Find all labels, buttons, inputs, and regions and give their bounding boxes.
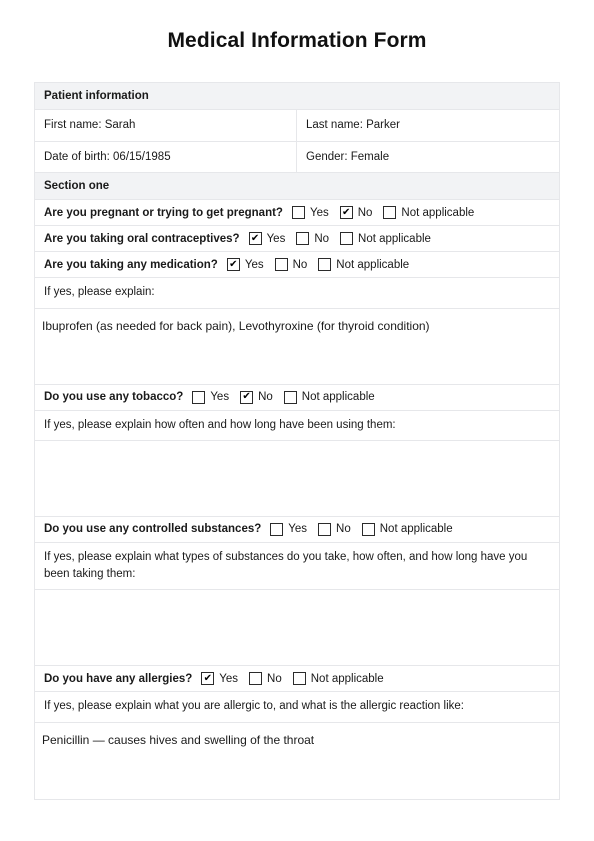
question-label-pregnant: Are you pregnant or trying to get pregna… (44, 206, 283, 219)
option-label-yes: Yes (210, 391, 230, 404)
question-row-contraceptives: Are you taking oral contraceptives? Yes … (35, 226, 559, 253)
gender-field[interactable]: Gender: Female (297, 142, 559, 173)
checkbox-contraceptives-na[interactable] (340, 232, 354, 246)
answer-row-tobacco (35, 441, 559, 517)
question-row-medication: Are you taking any medication? Yes No No… (35, 252, 559, 279)
explain-prompt-tobacco: If yes, please explain how often and how… (44, 418, 396, 431)
option-tobacco-na[interactable]: Not applicable (283, 390, 375, 404)
answer-text-medication[interactable]: Ibuprofen (as needed for back pain), Lev… (35, 309, 559, 384)
checkbox-medication-na[interactable] (318, 258, 332, 272)
option-controlled-substances-na[interactable]: Not applicable (361, 522, 453, 536)
checkbox-pregnant-yes[interactable] (291, 206, 305, 220)
form-page: Medical Information Form Patient informa… (0, 0, 594, 841)
checkbox-allergies-na[interactable] (292, 672, 306, 686)
option-medication-no[interactable]: No (274, 258, 308, 272)
checkbox-pregnant-na[interactable] (383, 206, 397, 220)
option-medication-na[interactable]: Not applicable (318, 258, 410, 272)
question-row-controlled-substances: Do you use any controlled substances? Ye… (35, 517, 559, 543)
checkbox-tobacco-na[interactable] (283, 390, 297, 404)
section-one-header-row: Section one (35, 173, 559, 201)
option-pregnant-no[interactable]: No (339, 206, 373, 220)
explain-prompt-controlled-substances: If yes, please explain what types of sub… (44, 550, 528, 581)
option-label-yes: Yes (219, 672, 239, 685)
option-tobacco-yes[interactable]: Yes (192, 390, 230, 404)
option-medication-yes[interactable]: Yes (226, 258, 264, 272)
question-label-tobacco: Do you use any tobacco? (44, 391, 184, 404)
option-label-no: No (292, 258, 308, 271)
checkbox-medication-yes[interactable] (226, 258, 240, 272)
option-label-na: Not applicable (358, 232, 431, 245)
checkbox-contraceptives-yes[interactable] (248, 232, 262, 246)
question-label-controlled-substances: Do you use any controlled substances? (44, 523, 262, 536)
option-allergies-na[interactable]: Not applicable (292, 672, 384, 686)
checkbox-contraceptives-no[interactable] (296, 232, 310, 246)
option-label-na: Not applicable (401, 206, 475, 219)
option-label-no: No (357, 206, 373, 219)
option-pregnant-yes[interactable]: Yes (291, 206, 329, 220)
first-name-field[interactable]: First name: Sarah (35, 110, 297, 141)
explain-prompt-medication: If yes, please explain: (44, 286, 155, 299)
option-label-no: No (314, 232, 330, 245)
medical-form-table: Patient information First name: Sarah La… (34, 82, 560, 800)
option-label-no: No (336, 523, 351, 536)
option-label-yes: Yes (266, 232, 286, 245)
option-label-na: Not applicable (301, 391, 375, 404)
explain-prompt-row-allergies: If yes, please explain what you are alle… (35, 692, 559, 723)
page-title: Medical Information Form (167, 29, 427, 52)
answer-text-controlled-substances[interactable] (35, 590, 559, 665)
checkbox-controlled-substances-na[interactable] (361, 522, 375, 536)
patient-dob-gender-row: Date of birth: 06/15/1985 Gender: Female (35, 141, 559, 174)
patient-information-header-row: Patient information (35, 83, 559, 110)
question-label-allergies: Do you have any allergies? (44, 672, 193, 685)
option-label-na: Not applicable (379, 523, 453, 536)
option-contraceptives-yes[interactable]: Yes (248, 232, 286, 246)
checkbox-allergies-yes[interactable] (201, 672, 215, 686)
question-label-medication: Are you taking any medication? (44, 258, 218, 271)
option-allergies-no[interactable]: No (249, 672, 282, 686)
option-pregnant-na[interactable]: Not applicable (383, 206, 475, 220)
option-tobacco-no[interactable]: No (240, 390, 273, 404)
date-of-birth-field[interactable]: Date of birth: 06/15/1985 (35, 141, 297, 173)
option-label-yes: Yes (288, 523, 308, 536)
question-row-allergies: Do you have any allergies? Yes No Not ap… (35, 666, 559, 693)
option-controlled-substances-no[interactable]: No (318, 522, 351, 536)
option-allergies-yes[interactable]: Yes (201, 672, 239, 686)
option-label-no: No (267, 672, 282, 685)
checkbox-medication-no[interactable] (274, 258, 288, 272)
answer-row-medication: Ibuprofen (as needed for back pain), Lev… (35, 309, 559, 385)
option-label-no: No (258, 391, 273, 404)
explain-prompt-row-tobacco: If yes, please explain how often and how… (35, 411, 559, 441)
option-label-yes: Yes (244, 258, 264, 271)
explain-prompt-allergies: If yes, please explain what you are alle… (44, 700, 464, 713)
answer-text-tobacco[interactable] (35, 441, 559, 516)
explain-prompt-row-medication: If yes, please explain: (35, 278, 559, 309)
patient-information-header: Patient information (35, 83, 559, 109)
option-label-na: Not applicable (336, 258, 410, 271)
answer-text-allergies[interactable]: Penicillin — causes hives and swelling o… (35, 723, 559, 799)
checkbox-allergies-no[interactable] (249, 672, 263, 686)
section-one-header: Section one (35, 173, 559, 200)
question-label-contraceptives: Are you taking oral contraceptives? (44, 232, 240, 245)
option-controlled-substances-yes[interactable]: Yes (270, 522, 308, 536)
patient-name-row: First name: Sarah Last name: Parker (35, 110, 559, 142)
last-name-field[interactable]: Last name: Parker (297, 110, 559, 141)
checkbox-pregnant-no[interactable] (339, 206, 353, 220)
question-row-tobacco: Do you use any tobacco? Yes No Not appli… (35, 385, 559, 411)
question-row-pregnant: Are you pregnant or trying to get pregna… (35, 200, 559, 227)
option-label-na: Not applicable (310, 672, 384, 685)
option-contraceptives-no[interactable]: No (296, 232, 330, 246)
checkbox-tobacco-no[interactable] (240, 390, 254, 404)
option-contraceptives-na[interactable]: Not applicable (340, 232, 431, 246)
checkbox-controlled-substances-no[interactable] (318, 522, 332, 536)
checkbox-tobacco-yes[interactable] (192, 390, 206, 404)
answer-row-controlled-substances (35, 590, 559, 667)
explain-prompt-row-controlled-substances: If yes, please explain what types of sub… (35, 543, 559, 591)
answer-row-allergies: Penicillin — causes hives and swelling o… (35, 723, 559, 800)
option-label-yes: Yes (309, 206, 329, 219)
checkbox-controlled-substances-yes[interactable] (270, 522, 284, 536)
